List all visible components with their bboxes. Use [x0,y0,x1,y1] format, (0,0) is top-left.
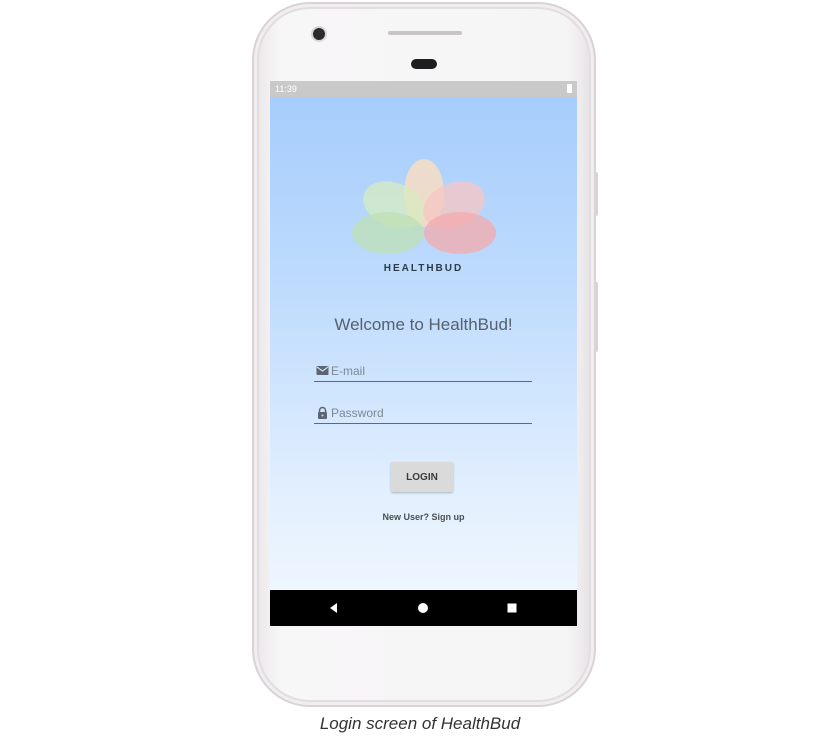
battery-icon [567,84,572,93]
phone-volume-button [594,282,598,352]
login-button[interactable]: LOGIN [391,462,453,492]
home-circle-icon[interactable] [414,599,432,617]
navigation-bar [270,590,577,626]
proximity-sensor [411,59,437,69]
welcome-heading: Welcome to HealthBud! [334,315,513,334]
password-input[interactable] [331,403,529,423]
brand-name: HEALTHBUD [383,263,464,274]
back-triangle-icon[interactable] [325,599,343,617]
earpiece-speaker [388,31,462,35]
image-caption: Login screen of HealthBud [319,714,521,733]
phone-screen: 11:39 HEALTHBUD Welcome to HealthBud! E-… [270,81,577,626]
recents-square-icon[interactable] [503,599,521,617]
lock-icon [318,406,327,419]
mail-icon [316,366,329,375]
login-screen: HEALTHBUD Welcome to HealthBud! LOGIN Ne… [270,97,577,590]
password-field[interactable] [314,403,532,424]
email-input[interactable] [331,361,529,381]
status-bar: 11:39 [270,81,577,97]
front-camera [313,28,325,40]
phone-power-button [594,172,598,216]
signup-link[interactable]: New User? Sign up [270,512,577,522]
email-field[interactable] [314,361,532,382]
status-time: 11:39 [275,84,297,94]
healthbud-logo-icon [352,159,496,254]
